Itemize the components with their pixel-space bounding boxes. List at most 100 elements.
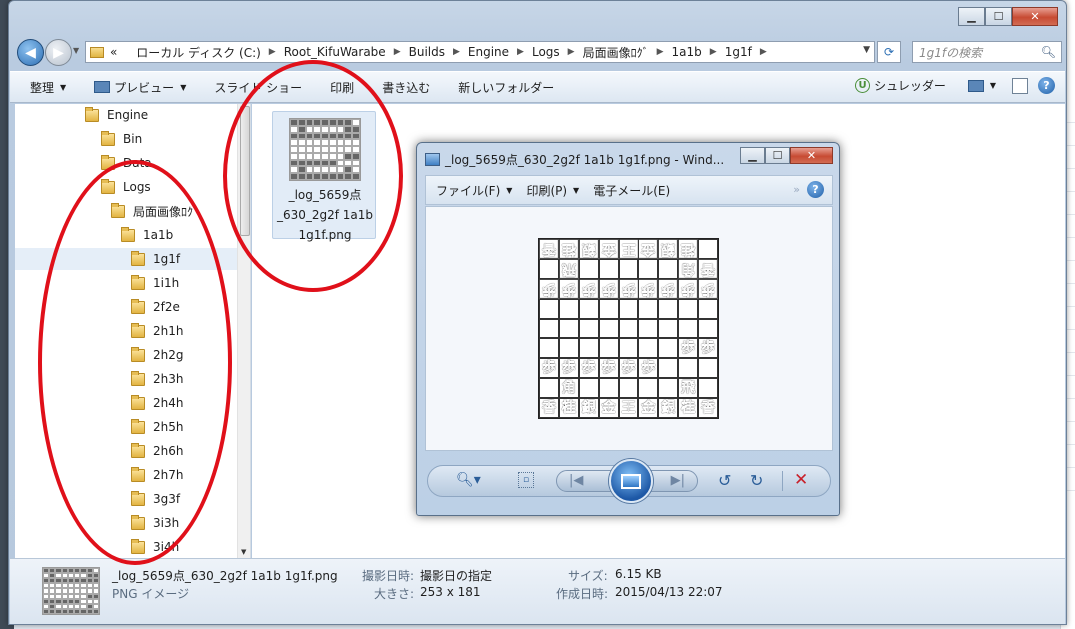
search-icon[interactable]: 🔍︎ xyxy=(1041,45,1056,59)
tree-item-3i4h[interactable]: 3i4h xyxy=(131,536,179,558)
burn-button[interactable]: 書き込む xyxy=(382,79,430,96)
maximize-button[interactable]: ☐ xyxy=(765,147,790,164)
menu-email[interactable]: 電子メール(E) xyxy=(593,182,670,199)
chevron-down-icon[interactable]: ▼ xyxy=(990,81,996,90)
dims-label: 大きさ: xyxy=(374,587,415,601)
zoom-icon[interactable]: 🔍︎▾ xyxy=(456,472,481,488)
board-square xyxy=(598,318,619,339)
view-options-icon[interactable] xyxy=(967,79,984,92)
tree-item-data[interactable]: Data xyxy=(101,152,152,174)
breadcrumb-item[interactable]: Logs xyxy=(532,45,560,59)
scrollbar-thumb[interactable] xyxy=(240,106,250,236)
rotate-right-icon[interactable]: ↻ xyxy=(750,471,763,490)
tree-item-3i3h[interactable]: 3i3h xyxy=(131,512,179,534)
delete-icon[interactable]: ✕ xyxy=(794,470,808,490)
board-square xyxy=(698,318,718,339)
breadcrumb-item[interactable]: 局面画像ﾛｸﾞ xyxy=(583,44,649,61)
board-square xyxy=(638,378,659,399)
tree-item-2h7h[interactable]: 2h7h xyxy=(131,464,183,486)
tree-item-2h4h[interactable]: 2h4h xyxy=(131,392,183,414)
address-bar[interactable]: « ローカル ディスク (C:) ▶ Root_KifuWarabe ▶ Build… xyxy=(85,41,875,63)
breadcrumb-item[interactable]: ローカル ディスク (C:) xyxy=(136,44,261,61)
viewer-title-bar: _log_5659点_630_2g2f 1a1b 1g1f.png - Wind… xyxy=(425,151,724,168)
close-button[interactable]: ✕ xyxy=(790,147,833,164)
tree-item-2h1h[interactable]: 2h1h xyxy=(131,320,183,342)
tree-item-2f2e[interactable]: 2f2e xyxy=(131,296,180,318)
tree-item-2h3h[interactable]: 2h3h xyxy=(131,368,183,390)
tree-item-label: 2h5h xyxy=(153,420,184,434)
tree-item-1i1h[interactable]: 1i1h xyxy=(131,272,179,294)
chevron-right-icon[interactable]: ▶ xyxy=(269,47,276,57)
folder-icon xyxy=(131,370,145,386)
slideshow-icon[interactable] xyxy=(609,459,653,503)
preview-pane-icon[interactable] xyxy=(1012,77,1028,94)
tree-item-label: 1a1b xyxy=(143,228,174,242)
previous-icon[interactable]: |◀ xyxy=(569,473,583,488)
board-square xyxy=(578,378,599,399)
breadcrumb-item[interactable]: Root_KifuWarabe xyxy=(284,45,386,59)
maximize-button[interactable]: ☐ xyxy=(985,7,1012,26)
chevron-right-icon[interactable]: ▶ xyxy=(568,47,575,57)
chevron-right-icon[interactable]: ▶ xyxy=(453,47,460,57)
breadcrumb-item[interactable]: 1a1b xyxy=(672,45,702,59)
forward-button[interactable]: ▶ xyxy=(45,39,72,66)
menu-print[interactable]: 印刷(P) ▼ xyxy=(526,182,579,199)
taken-value[interactable]: 撮影日の指定 xyxy=(420,567,492,584)
board-square: 歩 xyxy=(658,278,679,299)
menu-file[interactable]: ファイル(F) ▼ xyxy=(436,182,512,199)
organize-button[interactable]: 整理 ▼ xyxy=(30,79,66,96)
tree-item-logs[interactable]: Logs xyxy=(101,176,151,198)
breadcrumb-item[interactable]: Engine xyxy=(468,45,509,59)
slideshow-button[interactable]: スライド ショー xyxy=(214,79,302,96)
close-button[interactable]: ✕ xyxy=(1012,7,1058,26)
help-icon[interactable]: ? xyxy=(807,181,824,198)
chevron-down-icon: ▼ xyxy=(506,185,513,195)
actual-size-icon[interactable]: ▫ xyxy=(518,472,534,488)
chevron-right-icon[interactable]: ▶ xyxy=(760,47,767,57)
tree-item-engine[interactable]: Engine xyxy=(85,104,148,126)
board-square xyxy=(658,298,679,319)
tree-item-board-image-log[interactable]: 局面画像ﾛｸﾞ xyxy=(111,200,199,222)
scroll-down-icon[interactable]: ▼ xyxy=(241,548,246,556)
breadcrumb-item[interactable]: Builds xyxy=(409,45,445,59)
refresh-button[interactable]: ⟳ xyxy=(877,41,901,63)
help-icon[interactable]: ? xyxy=(1038,77,1055,94)
image-canvas[interactable]: 香桂銀金王金銀桂飛角香歩歩歩歩歩歩歩歩歩歩歩歩歩歩歩歩歩角飛香桂銀金王金銀桂香 xyxy=(425,206,833,451)
tree-item-1g1f[interactable]: 1g1f xyxy=(15,248,237,270)
breadcrumb-item[interactable]: 1g1f xyxy=(725,45,752,59)
board-square: 金 xyxy=(598,239,619,259)
tree-item-2h5h[interactable]: 2h5h xyxy=(131,416,183,438)
minimize-button[interactable]: ▁ xyxy=(958,7,985,26)
details-pane: _log_5659点_630_2g2f 1a1b 1g1f.png PNG イメ… xyxy=(10,558,1065,624)
search-input[interactable]: 1g1fの検索 🔍︎ xyxy=(912,41,1062,63)
tree-item-3g3f[interactable]: 3g3f xyxy=(131,488,180,510)
tree-item-2h2g[interactable]: 2h2g xyxy=(131,344,184,366)
tree-item-2h6h[interactable]: 2h6h xyxy=(131,440,183,462)
board-square: 飛 xyxy=(558,258,579,279)
rotate-left-icon[interactable]: ↺ xyxy=(718,471,731,490)
separator xyxy=(782,471,783,491)
navigation-scrollbar[interactable]: ▼ xyxy=(237,104,250,558)
next-icon[interactable]: ▶| xyxy=(671,473,685,488)
chevron-right-icon[interactable]: ▶ xyxy=(517,47,524,57)
breadcrumb-overflow[interactable]: « xyxy=(110,45,117,59)
board-square: 歩 xyxy=(558,278,579,299)
more-icon[interactable]: » xyxy=(793,183,800,196)
chevron-right-icon[interactable]: ▶ xyxy=(710,47,717,57)
back-button[interactable]: ◀ xyxy=(17,39,44,66)
address-dropdown-icon[interactable]: ▼ xyxy=(863,45,870,55)
tree-item-bin[interactable]: Bin xyxy=(101,128,142,150)
minimize-button[interactable]: ▁ xyxy=(740,147,765,164)
recent-pages-dropdown[interactable]: ▼ xyxy=(73,46,83,60)
folder-icon xyxy=(131,466,145,482)
shredder-button[interactable]: U シュレッダー xyxy=(855,77,946,94)
tree-item-1a1b[interactable]: 1a1b xyxy=(121,224,173,246)
chevron-right-icon[interactable]: ▶ xyxy=(394,47,401,57)
print-button[interactable]: 印刷 xyxy=(330,79,354,96)
folder-icon xyxy=(131,322,145,338)
new-folder-button[interactable]: 新しいフォルダー xyxy=(458,79,554,96)
chevron-right-icon[interactable]: ▶ xyxy=(657,47,664,57)
preview-button[interactable]: プレビュー ▼ xyxy=(94,79,186,96)
search-placeholder: 1g1fの検索 xyxy=(919,45,983,60)
file-item[interactable]: _log_5659点 _630_2g2f 1a1b 1g1f.png xyxy=(272,111,376,242)
